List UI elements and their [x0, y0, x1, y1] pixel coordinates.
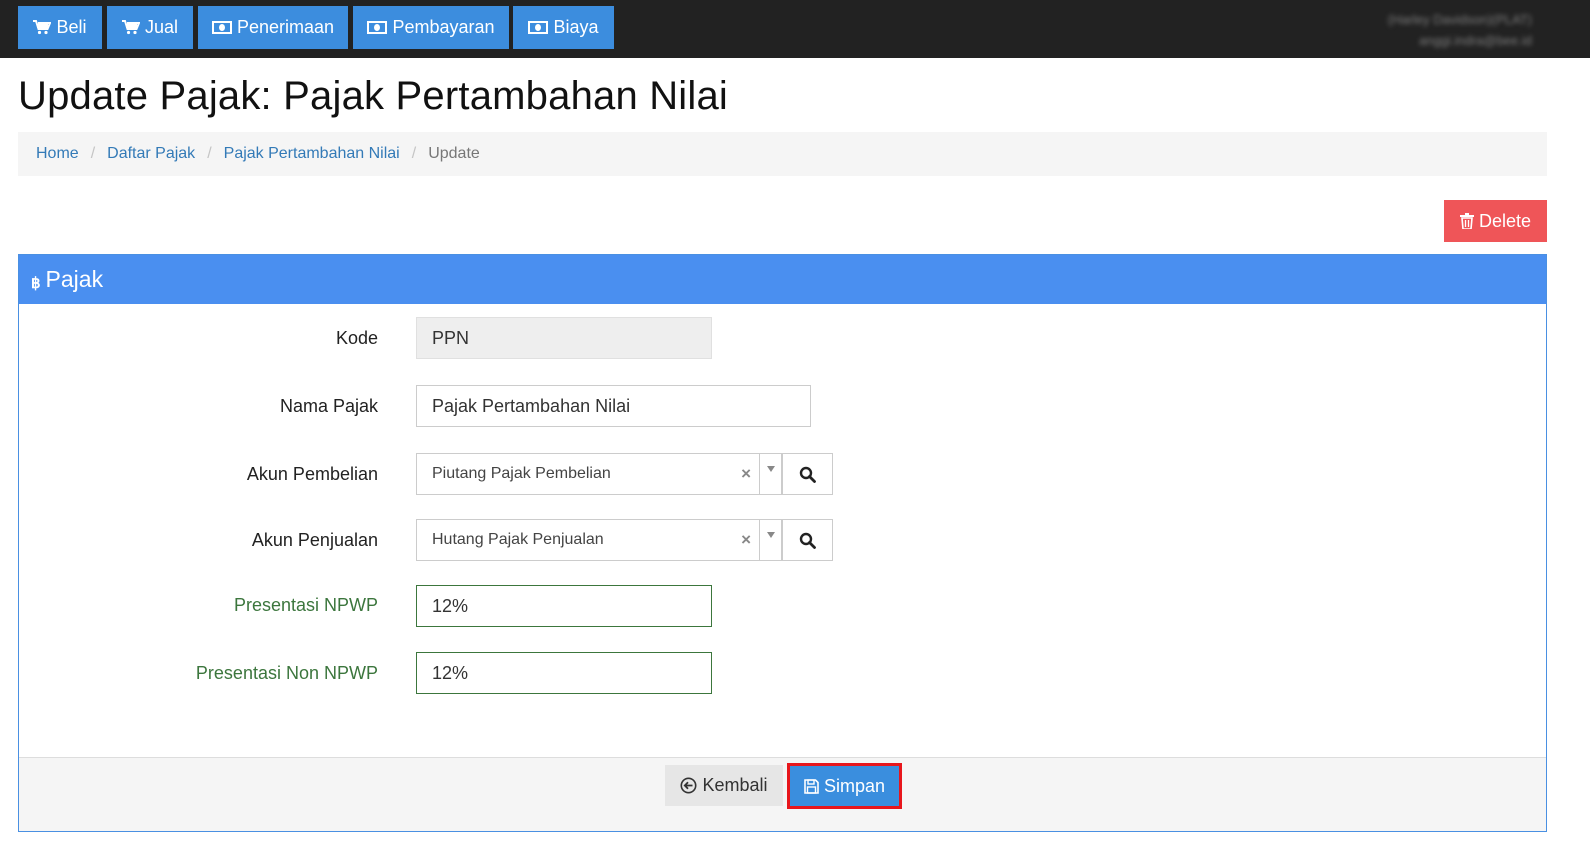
- chevron-down-icon: [767, 466, 775, 472]
- akun-penjualan-search-button[interactable]: [782, 519, 833, 561]
- kode-value: PPN: [432, 327, 470, 348]
- dropdown-toggle[interactable]: [759, 454, 781, 494]
- kode-label: Kode: [335, 328, 378, 348]
- money-icon: [211, 21, 232, 34]
- money-icon: [367, 21, 388, 34]
- presentasi-npwp-value: 12%: [432, 595, 469, 616]
- nav-label: Biaya: [553, 17, 599, 37]
- delete-label: Delete: [1478, 210, 1532, 231]
- arrow-left-circle-icon: [680, 777, 697, 794]
- akun-penjualan-value: Hutang Pajak Penjualan: [432, 531, 604, 548]
- user-name: (Harley Davidson)(PLAT): [1387, 12, 1532, 27]
- breadcrumb-daftar-pajak[interactable]: Daftar Pajak: [107, 145, 195, 163]
- akun-penjualan-select[interactable]: Hutang Pajak Penjualan ×: [416, 519, 782, 561]
- akun-pembelian-search-button[interactable]: [782, 453, 833, 495]
- breadcrumb-home[interactable]: Home: [36, 145, 79, 163]
- nav-label: Pembayaran: [392, 17, 495, 37]
- clear-icon[interactable]: ×: [741, 464, 751, 484]
- breadcrumb: Home / Daftar Pajak / Pajak Pertambahan …: [18, 132, 1547, 176]
- back-button[interactable]: Kembali: [665, 765, 783, 806]
- breadcrumb-separator: /: [411, 145, 417, 162]
- page-title: Update Pajak: Pajak Pertambahan Nilai: [18, 74, 729, 118]
- nav-button-beli[interactable]: Beli: [18, 6, 102, 49]
- breadcrumb-separator: /: [207, 145, 212, 162]
- nama-pajak-input[interactable]: Pajak Pertambahan Nilai: [416, 385, 811, 427]
- breadcrumb-separator: /: [90, 145, 96, 162]
- nav-button-biaya[interactable]: Biaya: [513, 6, 614, 49]
- nav-label: Penerimaan: [236, 17, 335, 37]
- clear-icon[interactable]: ×: [741, 530, 751, 550]
- nama-pajak-value: Pajak Pertambahan Nilai: [432, 395, 631, 416]
- bitcoin-icon: ฿: [31, 274, 41, 292]
- cart-icon: [33, 20, 52, 35]
- nav-button-jual[interactable]: Jual: [107, 6, 193, 49]
- akun-pembelian-value: Piutang Pajak Pembelian: [432, 465, 611, 482]
- presentasi-non-npwp-input[interactable]: 12%: [416, 652, 712, 694]
- user-email: anggi.indra@bee.id: [1419, 33, 1532, 48]
- delete-button[interactable]: Delete: [1444, 200, 1547, 242]
- presentasi-non-npwp-value: 12%: [432, 662, 469, 683]
- back-label: Kembali: [702, 775, 768, 795]
- top-navbar: Beli Jual Penerimaan Pembayaran Biaya (H…: [0, 0, 1590, 58]
- nav-button-penerimaan[interactable]: Penerimaan: [198, 6, 348, 49]
- presentasi-non-npwp-label: Presentasi Non NPWP: [195, 663, 378, 683]
- kode-field: PPN: [416, 317, 712, 359]
- search-icon: [799, 532, 816, 549]
- akun-penjualan-label: Akun Penjualan: [251, 530, 378, 550]
- trash-icon: [1459, 213, 1474, 229]
- dropdown-toggle[interactable]: [759, 520, 781, 560]
- cart-icon: [121, 20, 140, 35]
- akun-pembelian-select[interactable]: Piutang Pajak Pembelian ×: [416, 453, 782, 495]
- breadcrumb-pajak-pertambahan-nilai[interactable]: Pajak Pertambahan Nilai: [224, 145, 400, 163]
- floppy-disk-icon: [804, 778, 819, 794]
- presentasi-npwp-input[interactable]: 12%: [416, 585, 712, 627]
- chevron-down-icon: [767, 532, 775, 538]
- nama-pajak-label: Nama Pajak: [279, 396, 378, 416]
- save-button[interactable]: Simpan: [787, 763, 902, 809]
- presentasi-npwp-label: Presentasi NPWP: [233, 595, 378, 615]
- nav-button-pembayaran[interactable]: Pembayaran: [353, 6, 509, 49]
- save-label: Simpan: [823, 775, 886, 796]
- nav-label: Jual: [144, 17, 179, 37]
- user-menu[interactable]: (Harley Davidson)(PLAT) anggi.indra@bee.…: [1388, 9, 1532, 51]
- panel-title: Pajak: [45, 266, 104, 292]
- nav-label: Beli: [56, 17, 87, 37]
- breadcrumb-active: Update: [428, 145, 480, 162]
- money-icon: [528, 21, 549, 34]
- akun-pembelian-label: Akun Pembelian: [246, 464, 378, 484]
- search-icon: [799, 466, 816, 483]
- pajak-panel: ฿ Pajak Kode PPN Nama Pajak Pajak Pertam…: [18, 254, 1547, 832]
- panel-heading: ฿ Pajak: [19, 255, 1546, 304]
